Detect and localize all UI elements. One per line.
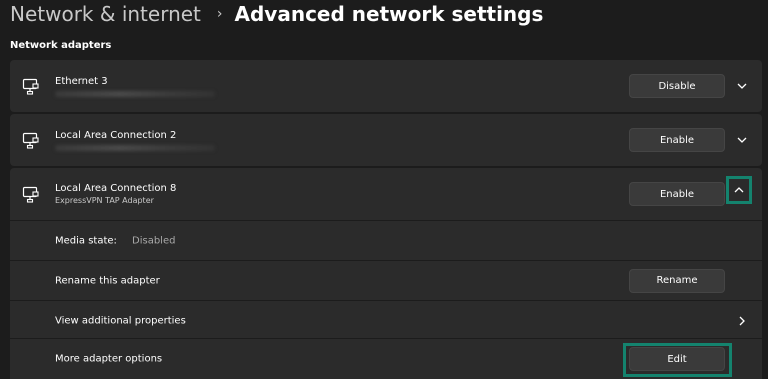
view-additional-properties-label: View additional properties [55, 315, 186, 326]
media-state-row: Media state: Disabled [10, 220, 762, 260]
disable-button[interactable]: Disable [629, 74, 725, 98]
more-adapter-options-label: More adapter options [55, 353, 163, 365]
redacted-description [55, 91, 215, 97]
adapter-info: Local Area Connection 2 [55, 129, 215, 151]
enable-button[interactable]: Enable [629, 182, 725, 206]
media-state-label: Media state: [55, 235, 117, 246]
adapter-card-local-area-connection-2[interactable]: Local Area Connection 2 Enable [10, 114, 762, 166]
network-adapter-icon [22, 186, 39, 203]
collapse-toggle-highlight[interactable] [726, 176, 752, 204]
adapter-description: ExpressVPN TAP Adapter [55, 196, 154, 205]
adapter-name: Local Area Connection 2 [55, 130, 177, 141]
network-adapter-icon [22, 132, 39, 149]
page-title: Advanced network settings [234, 2, 544, 26]
section-title: Network adapters [10, 40, 112, 51]
more-adapter-options-row: More adapter options Edit [10, 338, 762, 379]
network-adapter-icon [22, 78, 39, 95]
media-state-value: Disabled [132, 235, 176, 246]
adapter-info: Ethernet 3 [55, 75, 215, 97]
edit-button[interactable]: Edit [629, 347, 725, 371]
adapter-header-row[interactable]: Local Area Connection 8 ExpressVPN TAP A… [10, 168, 762, 220]
breadcrumb-parent[interactable]: Network & internet [10, 2, 201, 26]
breadcrumb: Network & internet › Advanced network se… [10, 0, 543, 28]
adapter-card-ethernet-3[interactable]: Ethernet 3 Disable [10, 60, 762, 112]
rename-button[interactable]: Rename [629, 268, 725, 293]
breadcrumb-separator: › [216, 6, 223, 22]
adapter-card-local-area-connection-8: Local Area Connection 8 ExpressVPN TAP A… [10, 168, 762, 379]
chevron-down-icon[interactable] [736, 134, 748, 146]
adapter-name: Local Area Connection 8 [55, 183, 177, 194]
rename-adapter-label: Rename this adapter [55, 275, 160, 286]
redacted-description [55, 145, 215, 151]
adapter-info: Local Area Connection 8 ExpressVPN TAP A… [55, 182, 176, 206]
chevron-down-icon[interactable] [736, 80, 748, 92]
adapter-name: Ethernet 3 [55, 76, 108, 87]
view-additional-properties-row[interactable]: View additional properties [10, 300, 762, 340]
rename-adapter-row: Rename this adapter Rename [10, 260, 762, 300]
chevron-right-icon [739, 316, 745, 325]
chevron-up-icon [734, 187, 744, 193]
enable-button[interactable]: Enable [629, 128, 725, 152]
